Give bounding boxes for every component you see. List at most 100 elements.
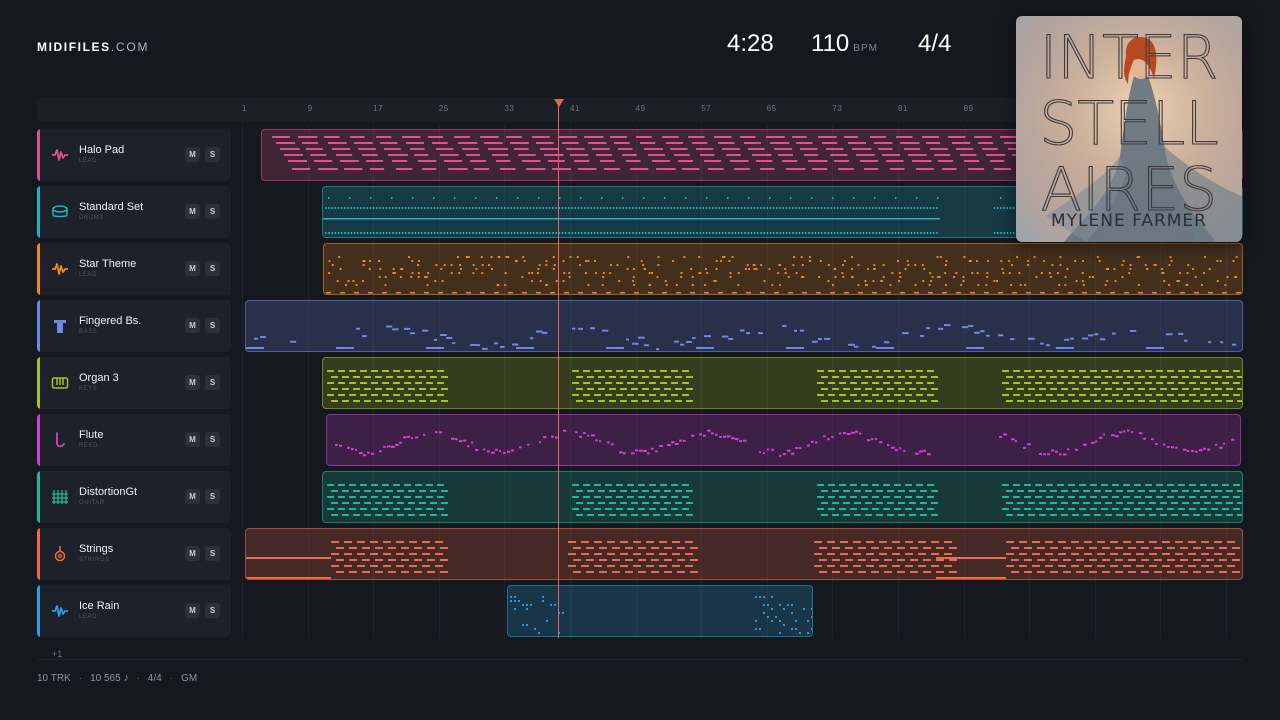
keys-icon (51, 377, 69, 389)
track-category: STRINGS (79, 557, 110, 563)
brand-domain: .COM (110, 40, 150, 54)
ruler-bar-number: 1 (242, 104, 247, 113)
wave-icon (52, 605, 68, 617)
track-category: LEAD (79, 614, 98, 620)
midi-region[interactable] (507, 585, 813, 637)
midi-notes (326, 256, 1241, 294)
solo-button[interactable]: S (205, 546, 220, 561)
solo-button[interactable]: S (205, 204, 220, 219)
track-header[interactable]: Organ 3 KEYS M S (37, 357, 231, 409)
mute-button[interactable]: M (185, 432, 200, 447)
midi-notes (510, 596, 812, 634)
track-name: Star Theme (79, 258, 137, 270)
solo-button[interactable]: S (205, 375, 220, 390)
grid-line (242, 124, 243, 639)
note-count: 10 565 ♪ (90, 673, 129, 684)
album-cover: INTER STELL AIRES MYLENE FARMER (1016, 16, 1242, 242)
album-artist: MYLENE FARMER (1051, 211, 1207, 231)
track-color-stripe (37, 528, 40, 580)
track-header[interactable]: DistortionGt GUITAR M S (37, 471, 231, 523)
brand-logo[interactable]: MIDIFILES.COM (37, 40, 149, 54)
track-category: LEAD (79, 158, 98, 164)
mute-button[interactable]: M (185, 603, 200, 618)
footer-signature: 4/4 (147, 673, 162, 684)
ruler-bar-number: 41 (570, 104, 580, 113)
midi-region[interactable] (322, 357, 1243, 409)
track-header[interactable]: Halo Pad LEAD M S (37, 129, 231, 181)
track-color-stripe (37, 414, 40, 466)
solo-button[interactable]: S (205, 603, 220, 618)
mute-button[interactable]: M (185, 147, 200, 162)
track-header[interactable]: Flute REED M S (37, 414, 231, 466)
midi-region[interactable] (326, 414, 1241, 466)
midi-notes (327, 484, 1242, 516)
track-category: KEYS (79, 386, 98, 392)
track-category: BASS (79, 329, 98, 335)
tempo-display: 110 BPM (811, 30, 878, 58)
playhead-marker[interactable] (554, 99, 564, 107)
midi-region[interactable] (322, 471, 1243, 523)
track-category: LEAD (79, 272, 98, 278)
more-tracks-indicator[interactable]: +1 (52, 649, 62, 659)
solo-button[interactable]: S (205, 147, 220, 162)
ruler-bar-number: 9 (307, 104, 313, 113)
track-name: Ice Rain (79, 600, 120, 612)
track-name: Flute (79, 429, 104, 441)
album-title-line-2: STELL (1039, 89, 1219, 159)
bass-icon (54, 320, 66, 333)
wave-icon (52, 263, 68, 275)
midi-notes (335, 429, 1235, 457)
midi-region[interactable] (323, 243, 1243, 295)
midi-notes (246, 324, 1237, 351)
solo-button[interactable]: S (205, 432, 220, 447)
track-category: DRUMS (79, 215, 104, 221)
ruler-bar-number: 25 (438, 104, 449, 113)
track-header[interactable]: Strings STRINGS M S (37, 528, 231, 580)
track-color-stripe (37, 471, 40, 523)
track-color-stripe (37, 186, 40, 238)
track-name: DistortionGt (79, 486, 138, 498)
mute-button[interactable]: M (185, 375, 200, 390)
ruler-bar-number: 49 (635, 104, 646, 113)
track-color-stripe (37, 129, 40, 181)
ruler-bar-number: 65 (766, 104, 777, 113)
midi-notes (327, 370, 1242, 402)
track-color-stripe (37, 243, 40, 295)
album-title-line-1: INTER (1040, 23, 1219, 93)
track-name: Organ 3 (79, 372, 119, 384)
tempo-value: 110 (811, 30, 850, 57)
time-display: 4:28 (727, 30, 774, 57)
mute-button[interactable]: M (185, 204, 200, 219)
track-color-stripe (37, 300, 40, 352)
guitar-grid-icon (52, 490, 68, 504)
track-name: Strings (79, 543, 114, 555)
solo-button[interactable]: S (205, 318, 220, 333)
midi-notes (246, 541, 1240, 579)
track-name: Halo Pad (79, 144, 125, 156)
track-category: GUITAR (79, 500, 105, 506)
playhead-line[interactable] (558, 104, 559, 638)
track-category: REED (79, 443, 99, 449)
status-bar: 10 TRK · 10 565 ♪ · 4/4 · GM (37, 673, 198, 684)
track-color-stripe (37, 357, 40, 409)
solo-button[interactable]: S (205, 261, 220, 276)
track-header[interactable]: Star Theme LEAD M S (37, 243, 231, 295)
midi-standard: GM (181, 673, 198, 684)
ruler-bar-number: 81 (898, 104, 908, 113)
ruler-bar-number: 73 (832, 104, 843, 113)
ruler-bar-number: 17 (373, 104, 384, 113)
solo-button[interactable]: S (205, 489, 220, 504)
mute-button[interactable]: M (185, 489, 200, 504)
track-header[interactable]: Fingered Bs. BASS M S (37, 300, 231, 352)
footer-divider (37, 659, 1243, 660)
ruler-bar-number: 57 (701, 104, 712, 113)
mute-button[interactable]: M (185, 318, 200, 333)
track-name: Fingered Bs. (79, 315, 142, 327)
track-header[interactable]: Ice Rain LEAD M S (37, 585, 231, 637)
midi-region[interactable] (245, 300, 1243, 352)
midi-region[interactable] (245, 528, 1243, 580)
mute-button[interactable]: M (185, 546, 200, 561)
track-header[interactable]: Standard Set DRUMS M S (37, 186, 231, 238)
drum-icon (52, 205, 68, 218)
mute-button[interactable]: M (185, 261, 200, 276)
